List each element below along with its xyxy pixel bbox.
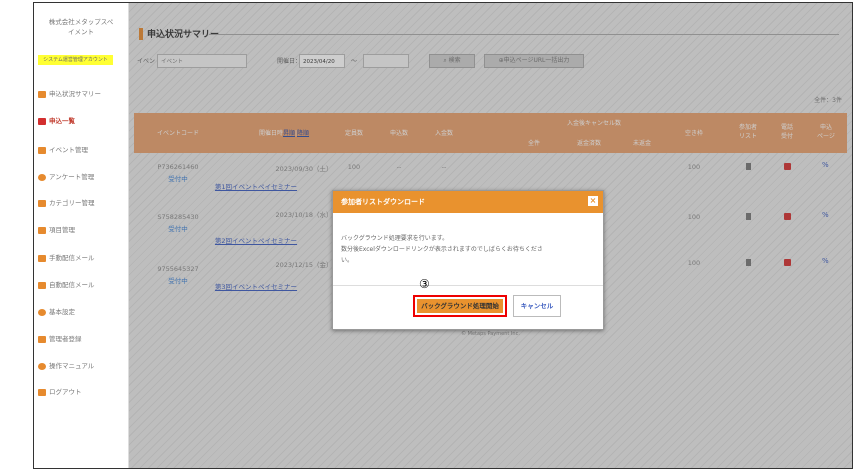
sidebar-item-manual[interactable]: 操作マニュアル [38, 359, 126, 373]
sidebar-item-label: カテゴリー管理 [49, 199, 95, 207]
sidebar-item-applications[interactable]: 申込一覧 [38, 114, 126, 128]
sidebar-item-label: ログアウト [49, 388, 82, 396]
step-marker: ③ [419, 277, 430, 291]
sidebar-item-summary[interactable]: 申込状況サマリー [38, 87, 126, 101]
sidebar: 株式会社メタップスペ イメント システム運営管理アカウント 申込状況サマリー 申… [34, 3, 129, 468]
sidebar-item-label: 項目管理 [49, 226, 75, 234]
company-name-line2: イメント [68, 28, 94, 36]
sidebar-item-admin[interactable]: 管理者登録 [38, 332, 126, 346]
dialog-header: 参加者リストダウンロード × [333, 191, 603, 213]
survey-icon [38, 173, 46, 181]
dialog-divider [333, 285, 603, 286]
dialog-message-line: バックグラウンド処理要求を行います。 [341, 235, 449, 242]
company-name: 株式会社メタップスペ イメント [38, 17, 124, 37]
sidebar-item-auto-mail[interactable]: 自動配信メール [38, 278, 126, 292]
sidebar-item-label: 申込状況サマリー [49, 90, 101, 98]
rss-icon [38, 254, 46, 262]
grid-icon [38, 146, 46, 154]
sidebar-item-manual-mail[interactable]: 手動配信メール [38, 251, 126, 265]
sidebar-item-label: 手動配信メール [49, 254, 95, 262]
sidebar-item-label: 自動配信メール [49, 281, 95, 289]
mail-icon [38, 281, 46, 289]
logout-icon [38, 388, 46, 396]
user-icon [38, 335, 46, 343]
cancel-button[interactable]: キャンセル [513, 295, 561, 317]
list-icon [38, 117, 46, 125]
dialog-message: バックグラウンド処理要求を行います。 数分後Excelダウンロードリンクが表示さ… [341, 233, 593, 266]
sidebar-item-logout[interactable]: ログアウト [38, 385, 126, 399]
participant-list-download-dialog: 参加者リストダウンロード × バックグラウンド処理要求を行います。 数分後Exc… [332, 190, 604, 330]
start-background-process-label: バックグラウンド処理開始 [417, 299, 503, 313]
sidebar-item-categories[interactable]: カテゴリー管理 [38, 196, 126, 210]
dialog-message-line: い。 [341, 257, 354, 264]
help-icon [38, 362, 46, 370]
start-background-process-button[interactable]: バックグラウンド処理開始 [413, 295, 507, 317]
sidebar-item-label: イベント管理 [49, 146, 88, 154]
grid-icon [38, 226, 46, 234]
chart-icon [38, 90, 46, 98]
dialog-title: 参加者リストダウンロード [341, 198, 425, 206]
app-window: 株式会社メタップスペ イメント システム運営管理アカウント 申込状況サマリー 申… [33, 2, 853, 469]
category-icon [38, 199, 46, 207]
dialog-message-line: 数分後Excelダウンロードリンクが表示されますのでしばらくお待ちくださ [341, 246, 543, 253]
sidebar-item-fields[interactable]: 項目管理 [38, 223, 126, 237]
gear-icon [38, 308, 46, 316]
sidebar-item-settings[interactable]: 基本設定 [38, 305, 126, 319]
sidebar-item-label: 申込一覧 [49, 117, 75, 125]
sidebar-item-events[interactable]: イベント管理 [38, 143, 126, 157]
sidebar-item-label: アンケート管理 [49, 173, 95, 181]
account-tag: システム運営管理アカウント [38, 55, 113, 65]
company-name-line1: 株式会社メタップスペ [48, 18, 114, 26]
sidebar-item-label: 操作マニュアル [49, 362, 95, 370]
close-icon[interactable]: × [588, 196, 598, 206]
sidebar-item-label: 基本設定 [49, 308, 75, 316]
sidebar-item-label: 管理者登録 [49, 335, 82, 343]
sidebar-item-surveys[interactable]: アンケート管理 [38, 170, 126, 184]
